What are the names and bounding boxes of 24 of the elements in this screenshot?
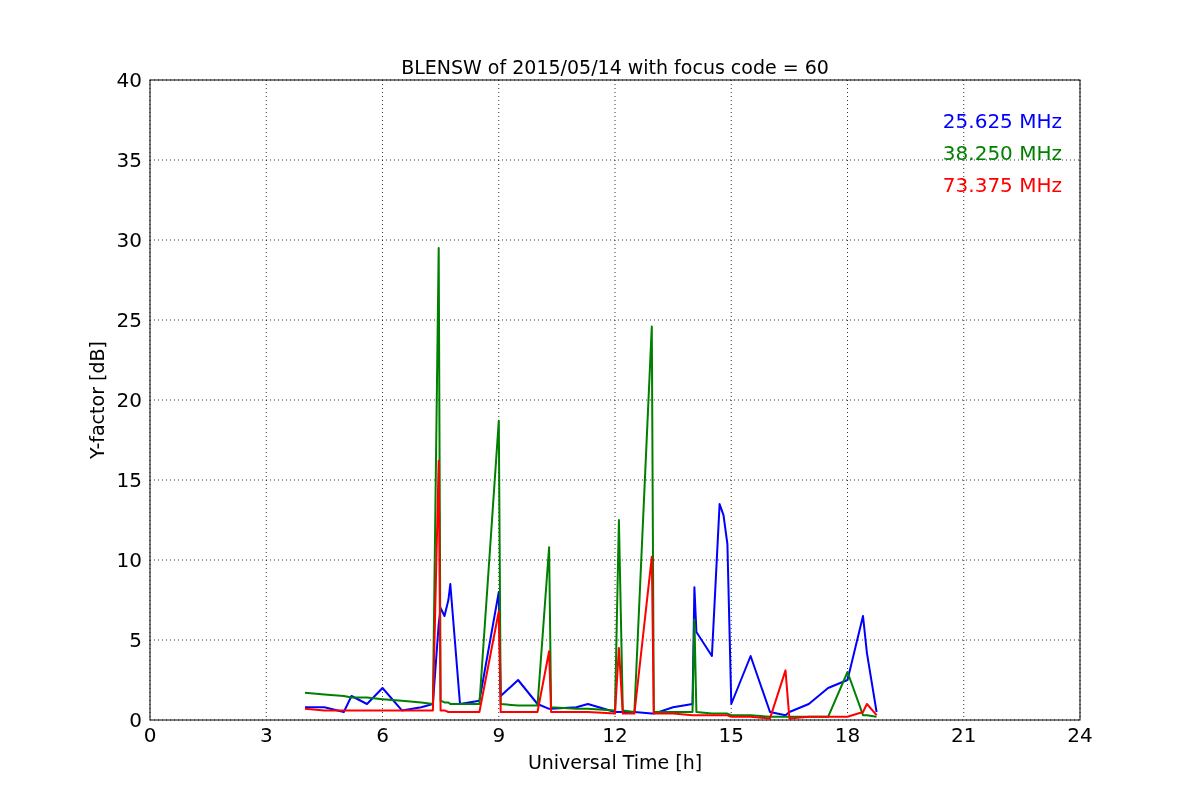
- y-axis-label: Y-factor [dB]: [86, 341, 108, 459]
- tick-label: 30: [116, 228, 142, 252]
- tick-label: 6: [376, 723, 389, 747]
- legend-label: 73.375 MHz: [942, 173, 1062, 197]
- tick-label: 15: [116, 468, 142, 492]
- legend-label: 38.250 MHz: [942, 141, 1062, 165]
- tick-label: 0: [143, 723, 157, 747]
- tick-label: 5: [129, 628, 142, 652]
- tick-label: 40: [116, 68, 142, 92]
- tick-label: 35: [116, 148, 142, 172]
- chart-title: BLENSW of 2015/05/14 with focus code = 60: [401, 56, 829, 78]
- tick-label: 10: [116, 548, 142, 572]
- tick-label: 24: [1067, 723, 1093, 747]
- tick-label: 18: [834, 723, 861, 747]
- tick-label: 12: [602, 723, 628, 747]
- tick-label: 21: [951, 723, 977, 747]
- tick-label: 9: [492, 723, 506, 747]
- tick-label: 3: [259, 723, 273, 747]
- tick-label: 0: [129, 708, 142, 732]
- tick-label: 25: [116, 308, 142, 332]
- x-axis-label: Universal Time [h]: [527, 751, 703, 773]
- tick-label: 15: [718, 723, 744, 747]
- legend-label: 25.625 MHz: [942, 109, 1062, 133]
- tick-label: 20: [116, 388, 142, 412]
